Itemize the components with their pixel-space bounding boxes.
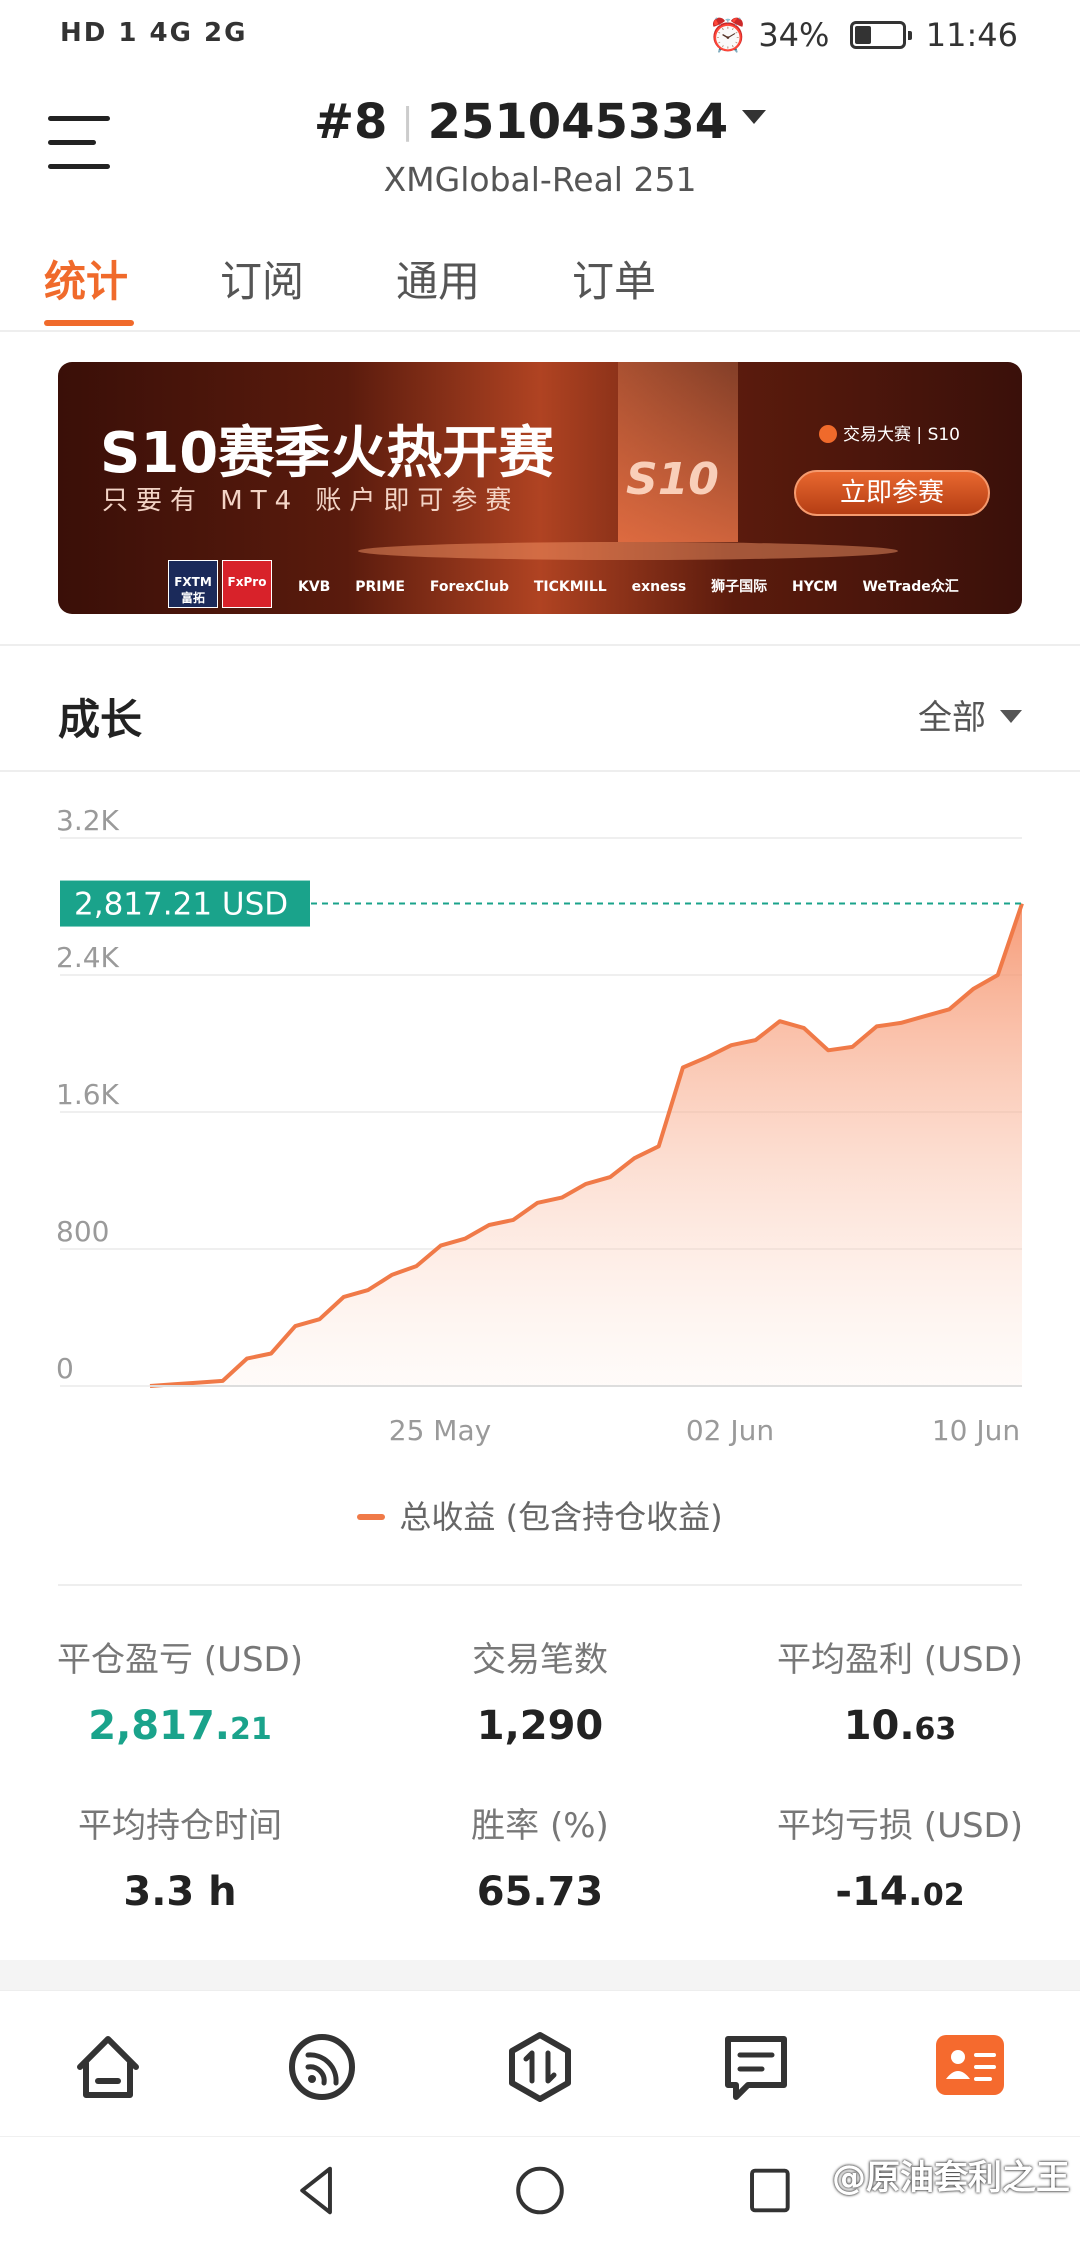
battery-icon (849, 21, 912, 49)
stat-value: 1,290 (476, 1703, 604, 1749)
banner-subtitle: 只要有 MT4 账户即可参赛 (102, 486, 520, 516)
tab-bar: 统计 订阅 通用 订单 (0, 236, 1080, 332)
logo-row: KVB PRIME ForexClub TICKMILL exness 狮子国际… (298, 579, 959, 595)
banner-event-label: 交易大赛 | S10 (819, 420, 960, 445)
stat-item: 胜率 (%) 65.73 (360, 1798, 720, 1915)
y-tick-label: 3.2K (56, 804, 120, 837)
y-tick-label: 2.4K (56, 941, 120, 974)
stat-label: 平均亏损 (USD) (777, 1806, 1023, 1846)
stat-item: 交易笔数 1,290 (360, 1632, 720, 1749)
stat-value: 3.3 h (123, 1869, 237, 1915)
alarm-icon: ⏰ (708, 16, 749, 54)
home-icon[interactable] (70, 2029, 146, 2105)
sponsor-logos: FXTM 富拓 FxPro KVB PRIME ForexClub TICKMI… (168, 560, 1018, 608)
legend-label: 总收益 (包含持仓收益) (399, 1498, 723, 1536)
stat-label: 平仓盈亏 (USD) (57, 1640, 303, 1680)
app-header: #8 | 251045334 XMGlobal-Real 251 (0, 80, 1080, 210)
stat-value: 2,817.21 (88, 1703, 272, 1749)
message-icon[interactable] (718, 2029, 794, 2105)
y-tick-label: 0 (56, 1352, 74, 1385)
status-right: ⏰ 34% 11:46 (708, 16, 1018, 54)
server-name: XMGlobal-Real 251 (383, 160, 697, 199)
join-contest-button[interactable]: 立即参赛 (794, 470, 990, 516)
profile-card-icon[interactable] (936, 2035, 1004, 2095)
x-tick-label: 25 May (389, 1414, 491, 1447)
stat-item: 平均持仓时间 3.3 h (0, 1798, 360, 1915)
tab-active-indicator (44, 320, 134, 326)
promo-banner[interactable]: S10赛季火热开赛 只要有 MT4 账户即可参赛 S10 交易大赛 | S10 … (58, 362, 1022, 614)
account-number: 251045334 (427, 94, 729, 150)
account-rank: #8 (313, 94, 388, 150)
current-value-label: 2,817.21 USD (74, 887, 288, 923)
dropdown-caret-icon (1000, 710, 1022, 723)
y-tick-label: 800 (56, 1215, 109, 1248)
chart-legend: 总收益 (包含持仓收益) (0, 1492, 1080, 1538)
logo-fxpro: FxPro (222, 560, 272, 608)
range-dropdown[interactable]: 全部 (918, 690, 1022, 739)
y-tick-label: 1.6K (56, 1078, 120, 1111)
logo-fxtm: FXTM 富拓 (168, 560, 218, 608)
banner-title: S10赛季火热开赛 (100, 421, 555, 486)
trade-icon[interactable] (502, 2029, 578, 2105)
stat-label: 平均盈利 (USD) (777, 1640, 1023, 1680)
recents-icon (750, 2168, 790, 2213)
stat-label: 胜率 (%) (471, 1806, 609, 1846)
growth-chart: 3.2K 2.4K 1.6K 800 0 2,817.21 USD 25 May 02 Jun… (56, 804, 1024, 1447)
stat-item: 平均亏损 (USD) -14.02 (720, 1798, 1080, 1915)
signal-indicators: HD 1 4G 2G (60, 18, 248, 48)
battery-percent: 34% (758, 16, 830, 54)
watermark: @原油套利之王 (832, 2158, 1070, 2198)
bottom-navigation (0, 1990, 1080, 2130)
tab-subscribe[interactable]: 订阅 (220, 248, 304, 309)
status-bar: HD 1 4G 2G ⏰ 34% 11:46 (0, 0, 1080, 72)
x-tick-label: 10 Jun (932, 1414, 1020, 1447)
section-title-growth: 成长 (58, 695, 143, 744)
tab-orders[interactable]: 订单 (572, 248, 656, 309)
stat-item: 平仓盈亏 (USD) 2,817.21 (0, 1632, 360, 1749)
back-icon (300, 2166, 332, 2215)
stat-value: 65.73 (476, 1869, 604, 1915)
stat-value: 10.63 (843, 1703, 957, 1749)
clock: 11:46 (925, 16, 1018, 54)
stat-label: 交易笔数 (472, 1640, 608, 1680)
tab-stats[interactable]: 统计 (44, 248, 128, 309)
dropdown-caret-icon (742, 110, 767, 124)
banner-s10-badge: S10 (626, 454, 719, 505)
account-selector[interactable]: #8 | 251045334 (0, 94, 1080, 150)
legend-swatch (357, 1514, 386, 1520)
feed-icon[interactable] (284, 2029, 360, 2105)
stat-item: 平均盈利 (USD) 10.63 (720, 1632, 1080, 1749)
home-circle-icon (516, 2166, 564, 2215)
stat-value: -14.02 (835, 1869, 965, 1915)
x-tick-label: 02 Jun (686, 1414, 774, 1447)
tab-general[interactable]: 通用 (396, 248, 480, 309)
stat-label: 平均持仓时间 (78, 1806, 282, 1846)
